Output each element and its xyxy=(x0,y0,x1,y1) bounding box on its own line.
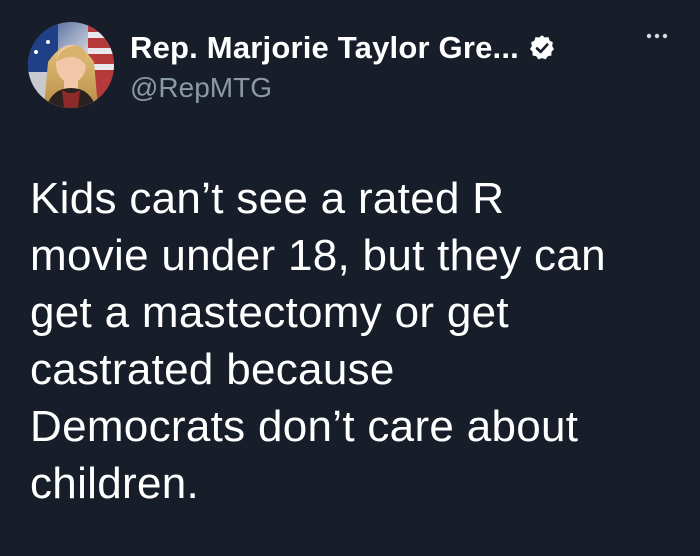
tweet-card: Rep. Marjorie Taylor Gre... @RepMTG Kids… xyxy=(0,0,700,556)
author-identity: Rep. Marjorie Taylor Gre... @RepMTG xyxy=(130,28,630,108)
more-options-button[interactable] xyxy=(642,30,672,60)
avatar-image xyxy=(28,22,114,108)
more-horizontal-icon xyxy=(646,33,668,39)
avatar[interactable] xyxy=(28,22,114,108)
tweet-text-line: get a mastectomy or get xyxy=(30,288,509,337)
verified-check-icon xyxy=(527,33,557,63)
name-row: Rep. Marjorie Taylor Gre... xyxy=(130,28,630,68)
tweet-text-line: Democrats don’t care about xyxy=(30,402,579,451)
tweet-text-line: castrated because xyxy=(30,345,395,394)
tweet-text-line: movie under 18, but they can xyxy=(30,231,606,280)
tweet-text-line: Kids can’t see a rated R xyxy=(30,174,505,223)
author-handle[interactable]: @RepMTG xyxy=(130,72,630,104)
author-display-name[interactable]: Rep. Marjorie Taylor Gre... xyxy=(130,30,519,66)
tweet-text-line: children. xyxy=(30,459,200,508)
tweet-header: Rep. Marjorie Taylor Gre... @RepMTG xyxy=(28,22,672,112)
tweet-text: Kids can’t see a rated R movie under 18,… xyxy=(30,170,670,512)
